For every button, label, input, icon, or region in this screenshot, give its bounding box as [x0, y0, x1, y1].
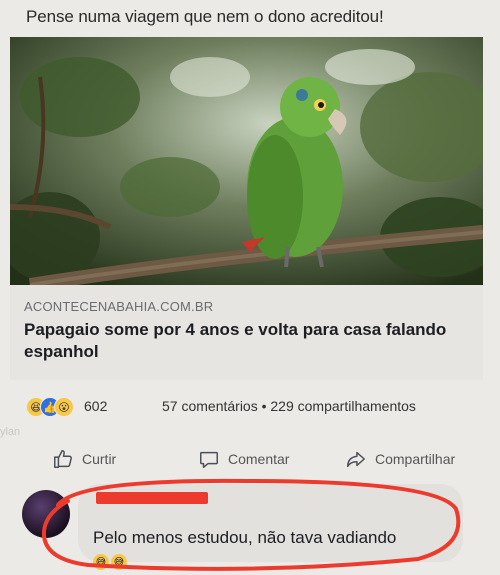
watermark: ylan: [0, 426, 21, 438]
comment-emoji: 😅 😅: [93, 554, 127, 570]
engagement-bar: 😆 👍 😮 602 57 comentários • 229 compartil…: [26, 397, 481, 419]
parrot-photo[interactable]: [10, 37, 483, 285]
link-domain: ACONTECENABAHIA.COM.BR: [24, 299, 214, 314]
parrot-image: [10, 37, 483, 285]
like-button[interactable]: Curtir: [52, 448, 116, 470]
share-button[interactable]: Compartilhar: [345, 448, 455, 470]
like-label: Curtir: [82, 451, 117, 467]
redacted-commenter-name: [96, 492, 208, 504]
share-arrow-icon: [347, 451, 365, 468]
speech-bubble-icon: [200, 451, 218, 468]
comment-label: Comentar: [228, 451, 290, 467]
reaction-count[interactable]: 602: [84, 398, 107, 414]
comments-shares-count[interactable]: 57 comentários • 229 compartilhamentos: [162, 398, 416, 414]
comment-text: Pelo menos estudou, não tava vadiando: [93, 528, 397, 547]
reaction-icons[interactable]: 😆 👍 😮: [26, 397, 74, 417]
comment-button[interactable]: Comentar: [198, 448, 289, 470]
thumbs-up-icon: [54, 450, 72, 468]
grinning-sweat-emoji-icon: 😅: [93, 554, 109, 570]
avatar[interactable]: [22, 490, 70, 538]
link-headline[interactable]: Papagaio some por 4 anos e volta para ca…: [24, 319, 454, 363]
grinning-sweat-emoji-icon: 😅: [111, 554, 127, 570]
wow-reaction-icon: 😮: [54, 397, 74, 417]
link-preview[interactable]: ACONTECENABAHIA.COM.BR Papagaio some por…: [10, 285, 483, 380]
comment: Pelo menos estudou, não tava vadiando 😅 …: [0, 478, 500, 575]
post-caption: Pense numa viagem que nem o dono acredit…: [26, 7, 384, 26]
action-bar: Curtir Comentar Compartilhar: [0, 445, 500, 475]
share-label: Compartilhar: [375, 451, 456, 467]
